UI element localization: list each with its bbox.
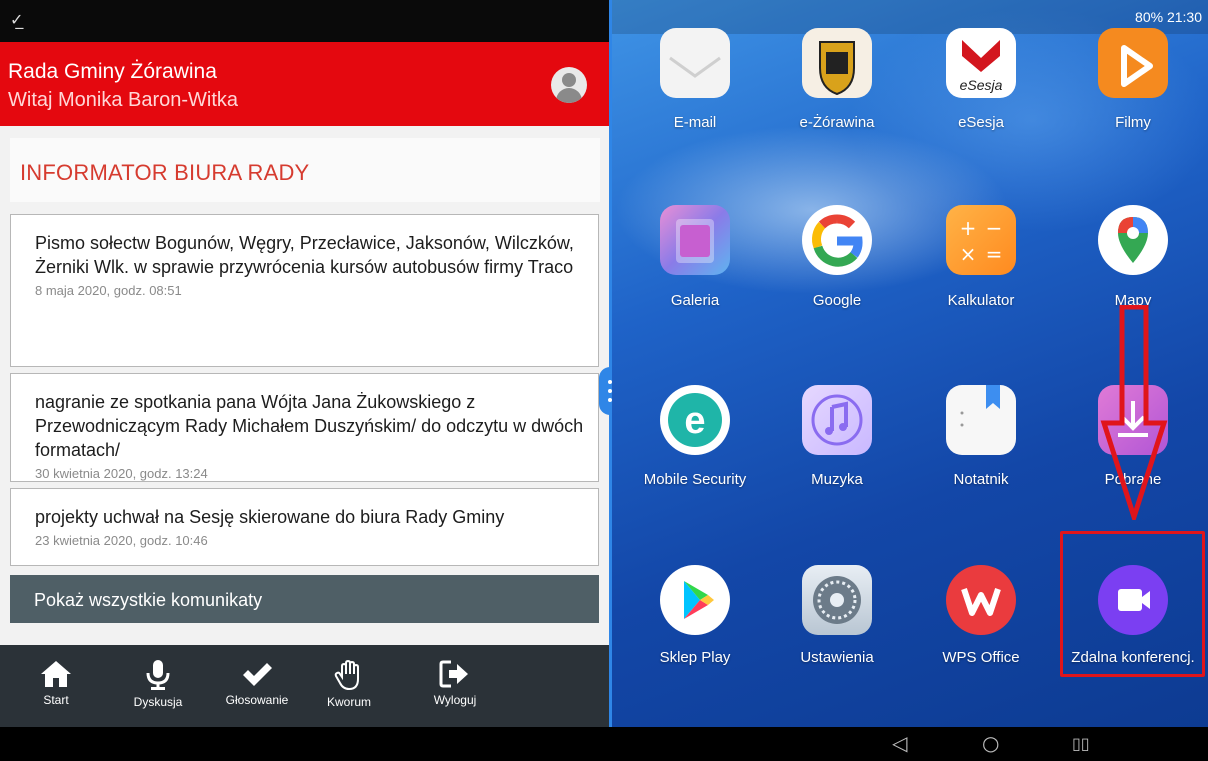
app-ustawienia[interactable]: Ustawienia [762,565,912,675]
bottom-navigation: Start Dyskusja Głosowanie Kworum Wyloguj [0,645,609,727]
app-label: Ustawienia [800,649,874,666]
app-galeria[interactable]: Galeria [620,205,770,315]
svg-text:eSesja: eSesja [960,77,1003,93]
app-header: Rada Gminy Żórawina Witaj Monika Baron-W… [0,42,609,126]
app-wps-office[interactable]: WPS Office [906,565,1056,675]
music-note-icon [802,385,872,455]
news-item-date: 23 kwietnia 2020, godz. 10:46 [35,533,208,548]
recents-icon[interactable]: ▯▯ [1072,734,1090,753]
nav-label: Kworum [326,695,371,709]
email-icon [660,28,730,98]
app-email[interactable]: E-mail [620,0,770,140]
app-label: Galeria [670,292,720,309]
council-app-pane: ✓̲ Rada Gminy Żórawina Witaj Monika Baro… [0,0,609,761]
main-content: INFORMATOR BIURA RADY Pismo sołectw Bogu… [0,126,609,645]
home-icon [41,661,71,687]
app-kalkulator[interactable]: + − × = Kalkulator [906,205,1056,315]
annotation-arrow-icon [1100,305,1168,520]
app-sklep-play[interactable]: Sklep Play [620,565,770,675]
user-greeting: Witaj Monika Baron-Witka [8,89,239,111]
show-all-messages-button[interactable]: Pokaż wszystkie komunikaty [10,575,599,623]
nav-label: Start [43,693,69,707]
nav-wyloguj[interactable]: Wyloguj [428,659,482,707]
nav-label: Głosowanie [225,693,289,707]
app-label: eSesja [958,114,1004,131]
download-done-icon: ✓̲ [10,10,24,29]
wps-office-icon [946,565,1016,635]
app-esesja[interactable]: eSesja eSesja [906,0,1056,140]
organization-name: Rada Gminy Żórawina [8,60,217,83]
app-google[interactable]: Google [762,205,912,315]
news-item-text: projekty uchwał na Sesję skierowane do b… [35,507,505,527]
play-icon [1098,28,1168,98]
notepad-icon [946,385,1016,455]
news-item-text: Pismo sołectw Bogunów, Węgry, Przecławic… [35,233,574,277]
play-store-icon [660,565,730,635]
system-navigation-bar: ◁ ○ ▯▯ [612,727,1208,761]
left-system-bar [0,727,609,761]
svg-text:×: × [960,242,977,266]
app-e-zorawina[interactable]: e-Żórawina [762,0,912,140]
app-label: WPS Office [942,649,1020,666]
nav-start[interactable]: Start [34,659,78,707]
settings-gear-icon [802,565,872,635]
esesja-icon: eSesja [946,28,1016,98]
svg-text:=: = [986,242,1003,266]
logout-icon [439,660,468,688]
app-muzyka[interactable]: Muzyka [762,385,912,495]
nav-label: Dyskusja [133,695,183,709]
app-label: e-Żórawina [799,114,875,131]
maps-pin-icon [1098,205,1168,275]
microphone-icon [146,660,170,690]
app-mapy[interactable]: Mapy [1058,205,1208,315]
app-label: Mobile Security [643,471,747,488]
app-label: Sklep Play [659,649,731,666]
app-mobile-security[interactable]: e Mobile Security [620,385,770,495]
nav-glosowanie[interactable]: Głosowanie [218,659,296,707]
nav-label: Wyloguj [433,693,477,707]
app-label: Kalkulator [947,292,1015,309]
annotation-highlight-box [1060,531,1205,677]
coat-of-arms-icon [802,28,872,98]
status-bar: ✓̲ [0,0,609,42]
hand-icon [334,659,359,691]
app-label: Muzyka [811,471,863,488]
checkmark-icon [243,663,272,686]
app-notatnik[interactable]: Notatnik [906,385,1056,495]
svg-text:+: + [960,216,977,240]
home-circle-icon[interactable]: ○ [982,731,999,755]
google-icon [802,205,872,275]
back-icon[interactable]: ◁ [892,731,907,755]
app-label: Filmy [1115,114,1151,131]
eset-icon: e [660,385,730,455]
section-title: INFORMATOR BIURA RADY [10,138,600,202]
news-item[interactable]: nagranie ze spotkania pana Wójta Jana Żu… [10,373,599,482]
app-label: Google [812,292,862,309]
calculator-icon: + − × = [946,205,1016,275]
nav-kworum[interactable]: Kworum [324,659,374,709]
news-item-date: 8 maja 2020, godz. 08:51 [35,283,182,298]
gallery-icon [660,205,730,275]
nav-dyskusja[interactable]: Dyskusja [126,659,190,709]
news-item-text: nagranie ze spotkania pana Wójta Jana Żu… [35,392,584,460]
user-avatar-icon[interactable] [551,67,587,103]
app-filmy[interactable]: Filmy [1058,0,1208,140]
app-label: Notatnik [953,471,1009,488]
news-item[interactable]: projekty uchwał na Sesję skierowane do b… [10,488,599,566]
app-label: E-mail [673,114,717,131]
news-item-date: 30 kwietnia 2020, godz. 13:24 [35,466,208,481]
news-item[interactable]: Pismo sołectw Bogunów, Węgry, Przecławic… [10,214,599,367]
svg-text:e: e [684,400,705,442]
svg-text:−: − [986,216,1003,240]
